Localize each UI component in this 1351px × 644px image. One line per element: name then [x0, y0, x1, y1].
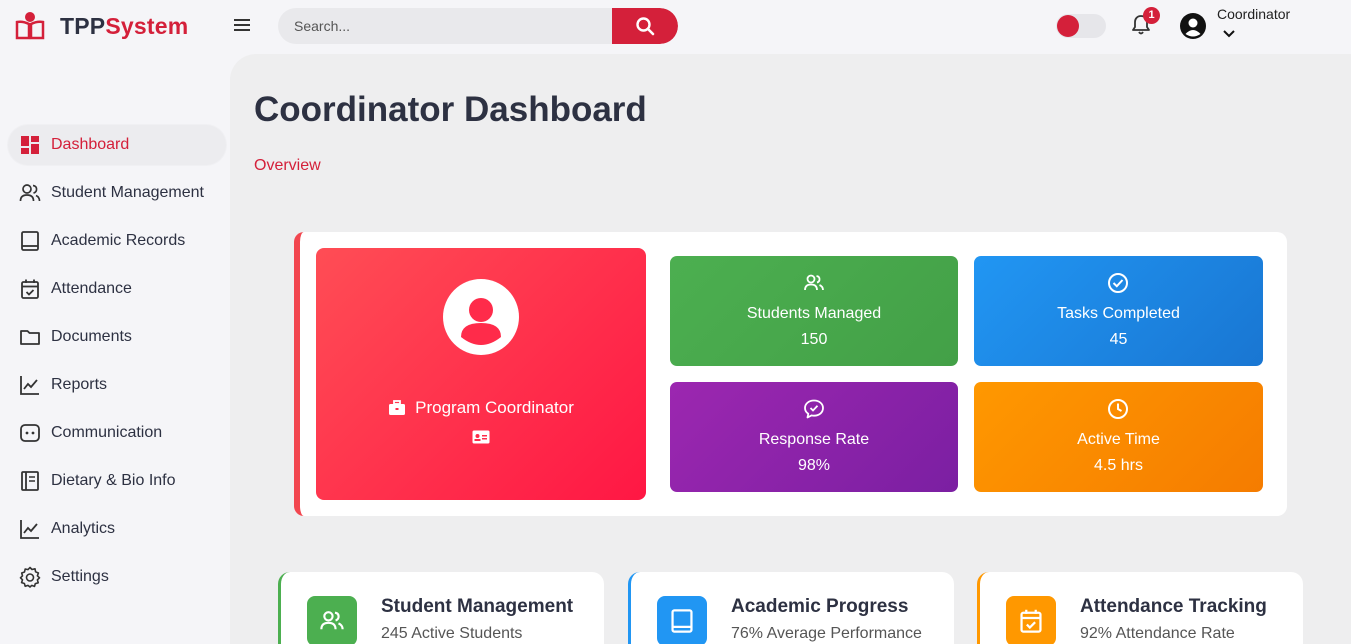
sidebar-item-communication[interactable]: Communication	[8, 413, 226, 453]
feature-card-academic-progress[interactable]: Academic Progress 76% Average Performanc…	[628, 572, 954, 644]
avatar	[443, 279, 519, 355]
stat-active-time: Active Time 4.5 hrs	[974, 382, 1263, 492]
sidebar-item-academic-records[interactable]: Academic Records	[8, 221, 226, 261]
sidebar-item-label: Communication	[51, 424, 163, 441]
stat-label: Tasks Completed	[1057, 305, 1180, 322]
feature-icon-box	[1006, 596, 1056, 644]
sidebar-item-settings[interactable]: Settings	[8, 557, 226, 597]
stat-value: 4.5 hrs	[1094, 457, 1143, 474]
stat-label: Active Time	[1077, 431, 1160, 448]
users-icon	[804, 274, 824, 291]
search-bar	[278, 8, 678, 44]
hamburger-menu-icon[interactable]	[232, 15, 252, 35]
calendar-check-icon	[21, 279, 39, 299]
sidebar-item-label: Documents	[51, 328, 132, 345]
sidebar-item-label: Dashboard	[51, 136, 130, 153]
sidebar-item-label: Student Management	[51, 184, 204, 201]
book-logo-icon	[15, 12, 45, 40]
logo[interactable]: TPPSystem	[14, 10, 188, 42]
id-card-icon	[472, 430, 490, 444]
feature-icon-box	[657, 596, 707, 644]
stat-tasks-completed: Tasks Completed 45	[974, 256, 1263, 366]
theme-toggle[interactable]	[1056, 14, 1106, 38]
search-input[interactable]	[278, 8, 612, 44]
chart-line-icon	[20, 376, 39, 395]
sidebar-item-attendance[interactable]: Attendance	[8, 269, 226, 309]
notification-badge: 1	[1143, 7, 1160, 24]
logo-text: TPPSystem	[60, 13, 188, 40]
sidebar-item-student-management[interactable]: Student Management	[8, 173, 226, 213]
calendar-check-icon	[1020, 609, 1042, 633]
profile-card: Program Coordinator	[316, 248, 646, 500]
toggle-knob	[1057, 15, 1079, 37]
logo-prefix: TPP	[60, 12, 106, 39]
notebook-icon	[21, 471, 39, 491]
sidebar-item-label: Reports	[51, 376, 108, 393]
sidebar-item-label: Dietary & Bio Info	[51, 472, 176, 489]
sidebar: Dashboard Student Management Academic Re…	[0, 54, 230, 644]
feature-card-attendance-tracking[interactable]: Attendance Tracking 92% Attendance Rate	[977, 572, 1303, 644]
feature-title: Student Management	[381, 596, 574, 617]
chat-check-icon	[804, 399, 824, 419]
stat-value: 150	[800, 331, 828, 348]
feature-subtitle: 245 Active Students	[381, 625, 523, 642]
page-title: Coordinator Dashboard	[254, 90, 647, 129]
user-avatar-icon[interactable]	[1179, 12, 1207, 40]
users-icon	[320, 611, 344, 630]
search-icon	[636, 17, 655, 36]
sidebar-item-dashboard[interactable]: Dashboard	[8, 125, 226, 165]
stat-response-rate: Response Rate 98%	[670, 382, 958, 492]
check-circle-icon	[1108, 273, 1128, 293]
stat-value: 45	[1109, 331, 1128, 348]
breadcrumb[interactable]: Overview	[254, 157, 321, 175]
feature-icon-box	[307, 596, 357, 644]
profile-role: Program Coordinator	[415, 398, 574, 417]
profile-summary-card: Program Coordinator Students Managed 150	[294, 232, 1287, 516]
top-header: TPPSystem 1 Coordinator	[0, 0, 1351, 54]
stat-label: Response Rate	[758, 431, 870, 448]
briefcase-icon	[389, 400, 406, 415]
users-icon	[19, 184, 41, 202]
user-name[interactable]: Coordinator	[1217, 6, 1290, 22]
logo-accent: System	[105, 12, 189, 39]
sidebar-item-reports[interactable]: Reports	[8, 365, 226, 405]
sidebar-item-documents[interactable]: Documents	[8, 317, 226, 357]
sidebar-item-label: Analytics	[51, 520, 116, 537]
sidebar-item-dietary-bio-info[interactable]: Dietary & Bio Info	[8, 461, 226, 501]
clock-icon	[1108, 399, 1128, 419]
stat-value: 98%	[797, 457, 831, 474]
chevron-down-icon[interactable]	[1222, 27, 1236, 41]
stat-label: Students Managed	[746, 305, 882, 322]
book-icon	[21, 231, 39, 251]
feature-subtitle: 76% Average Performance	[731, 625, 922, 642]
user-avatar-icon	[461, 298, 501, 345]
feature-title: Attendance Tracking	[1080, 596, 1267, 617]
book-icon	[671, 609, 693, 633]
folder-icon	[20, 330, 40, 345]
feature-title: Academic Progress	[731, 596, 909, 617]
stat-students-managed: Students Managed 150	[670, 256, 958, 366]
feature-subtitle: 92% Attendance Rate	[1080, 625, 1235, 642]
sidebar-item-label: Academic Records	[51, 232, 186, 249]
gear-icon	[19, 566, 41, 588]
sidebar-item-label: Attendance	[51, 280, 132, 297]
feature-card-student-management[interactable]: Student Management 245 Active Students	[278, 572, 604, 644]
sidebar-item-label: Settings	[51, 568, 109, 585]
role-row: Program Coordinator	[316, 398, 646, 418]
dashboard-icon	[21, 136, 39, 154]
chart-line-icon	[20, 520, 39, 539]
search-button[interactable]	[612, 8, 678, 44]
sidebar-item-analytics[interactable]: Analytics	[8, 509, 226, 549]
chat-icon	[20, 424, 40, 442]
main-content: Coordinator Dashboard Overview Program C…	[230, 54, 1351, 644]
